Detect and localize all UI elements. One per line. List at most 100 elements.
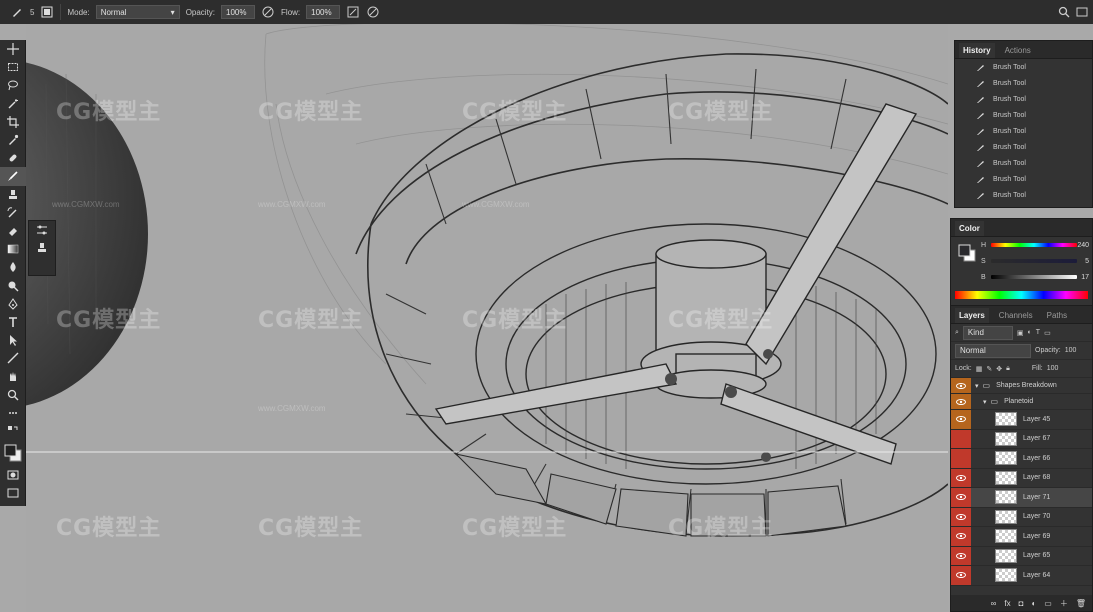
search-icon[interactable] [1057,5,1071,19]
history-item[interactable]: Brush Tool [955,107,1092,123]
link-layers-icon[interactable]: ∞ [991,599,997,608]
foreground-background-swatch[interactable] [0,440,26,466]
visibility-eye-icon[interactable] [951,410,971,429]
move-tool-icon[interactable] [0,40,26,58]
type-tool-icon[interactable] [0,313,26,331]
zoom-tool-icon[interactable] [0,386,26,404]
swap-colors-icon[interactable] [0,422,26,440]
dodge-tool-icon[interactable] [0,276,26,294]
visibility-eye-icon[interactable] [951,507,971,526]
adjustment-layer-icon[interactable]: ◐ [1031,599,1036,608]
lock-position-icon[interactable]: ✥ [996,365,1002,373]
eraser-icon[interactable] [0,222,26,240]
delete-layer-icon[interactable]: 🗑︎ [1076,599,1086,608]
hue-track[interactable] [991,243,1077,247]
tab-layers[interactable]: Layers [955,308,989,323]
brush-tool-icon[interactable] [0,167,26,186]
visibility-eye-icon[interactable] [951,429,971,448]
clone-source-icon[interactable] [29,239,55,257]
more-tools-icon[interactable] [0,404,26,422]
visibility-eye-icon[interactable] [951,566,971,585]
brush-settings-icon[interactable] [29,221,55,239]
visibility-eye-icon[interactable] [951,468,971,487]
pressure-opacity-icon[interactable] [261,5,275,19]
tab-paths[interactable]: Paths [1043,308,1071,323]
lock-all-icon[interactable]: 🔒︎ [1006,365,1010,373]
chevron-down-icon[interactable]: ▾ [975,382,979,390]
visibility-eye-icon[interactable] [951,394,971,409]
blend-mode-select[interactable]: Normal [955,343,1031,358]
tab-history[interactable]: History [959,43,995,58]
brightness-track[interactable] [991,275,1077,279]
path-selection-icon[interactable] [0,331,26,349]
color-swatch-pair[interactable] [957,243,977,265]
blur-tool-icon[interactable] [0,258,26,276]
visibility-eye-icon[interactable] [951,378,971,393]
color-ramp[interactable] [955,291,1088,299]
shape-filter-icon[interactable]: ▭ [1044,329,1051,337]
hue-slider[interactable]: H 240 [981,239,1091,251]
pen-tool-icon[interactable] [0,295,26,313]
layer-row[interactable]: Layer 45 [951,410,1092,430]
new-group-icon[interactable]: ▭ [1044,599,1052,608]
brush-size-value[interactable]: 5 [30,8,34,17]
layer-row[interactable]: Layer 70 [951,507,1092,527]
document-canvas[interactable]: CG模型主 CG模型主 CG模型主 CG模型主 CG模型主 CG模型主 CG模型… [26,24,948,612]
layer-row[interactable]: Layer 68 [951,468,1092,488]
tab-actions[interactable]: Actions [1001,43,1035,58]
layer-row[interactable]: Layer 67 [951,429,1092,449]
saturation-slider[interactable]: S 5 [981,255,1091,267]
mode-select[interactable]: Normal ▾ [95,5,180,19]
brightness-slider[interactable]: B 17 [981,271,1091,283]
history-item[interactable]: Brush Tool [955,75,1092,91]
magic-wand-icon[interactable] [0,95,26,113]
tab-channels[interactable]: Channels [995,308,1037,323]
fill-value[interactable]: 100 [1047,365,1059,372]
opacity-value[interactable]: 100 [1065,347,1077,354]
filter-kind-select[interactable]: Kind [962,325,1013,340]
saturation-value[interactable]: 5 [1085,258,1089,265]
opacity-field[interactable]: 100% [221,5,256,19]
history-item[interactable]: Brush Tool [955,155,1092,171]
layer-row[interactable]: Layer 66 [951,449,1092,469]
pressure-size-icon[interactable] [366,5,380,19]
screen-mode-icon[interactable] [0,484,26,502]
brightness-value[interactable]: 17 [1081,274,1089,281]
lock-pixels-icon[interactable]: ✎ [986,365,992,373]
history-item[interactable]: Brush Tool [955,123,1092,139]
crop-tool-icon[interactable] [0,113,26,131]
visibility-eye-icon[interactable] [951,527,971,546]
chevron-down-icon[interactable]: ▾ [983,398,987,406]
brush-tool-preset-icon[interactable] [10,5,24,19]
layer-row[interactable]: Layer 65 [951,546,1092,566]
quick-mask-icon[interactable] [0,466,26,484]
marquee-tool-icon[interactable] [0,58,26,76]
hand-tool-icon[interactable] [0,367,26,385]
lasso-tool-icon[interactable] [0,76,26,94]
line-tool-icon[interactable] [0,349,26,367]
layer-row[interactable]: Layer 69 [951,527,1092,547]
workspace-icon[interactable] [1075,5,1089,19]
history-item[interactable]: Brush Tool [955,91,1092,107]
pixel-filter-icon[interactable]: ▣ [1017,329,1024,337]
add-mask-icon[interactable]: ◘ [1019,599,1024,608]
history-item[interactable]: Brush Tool [955,139,1092,155]
layer-row[interactable]: Layer 64 [951,566,1092,586]
hue-value[interactable]: 240 [1077,242,1089,249]
healing-brush-icon[interactable] [0,149,26,167]
airbrush-icon[interactable] [346,5,360,19]
eyedropper-icon[interactable] [0,131,26,149]
fx-button[interactable]: fx [1004,599,1010,608]
new-layer-icon[interactable]: ＋ [1060,598,1068,609]
brush-panel-icon[interactable] [40,5,54,19]
type-filter-icon[interactable]: T [1036,329,1040,336]
history-item[interactable]: Brush Tool [955,187,1092,203]
layer-row-selected[interactable]: Layer 71 [951,488,1092,508]
saturation-track[interactable] [991,259,1077,263]
visibility-eye-icon[interactable] [951,546,971,565]
gradient-tool-icon[interactable] [0,240,26,258]
clone-stamp-icon[interactable] [0,186,26,204]
visibility-eye-icon[interactable] [951,488,971,507]
flow-field[interactable]: 100% [306,5,341,19]
lock-transparency-icon[interactable]: ▦ [976,365,983,373]
